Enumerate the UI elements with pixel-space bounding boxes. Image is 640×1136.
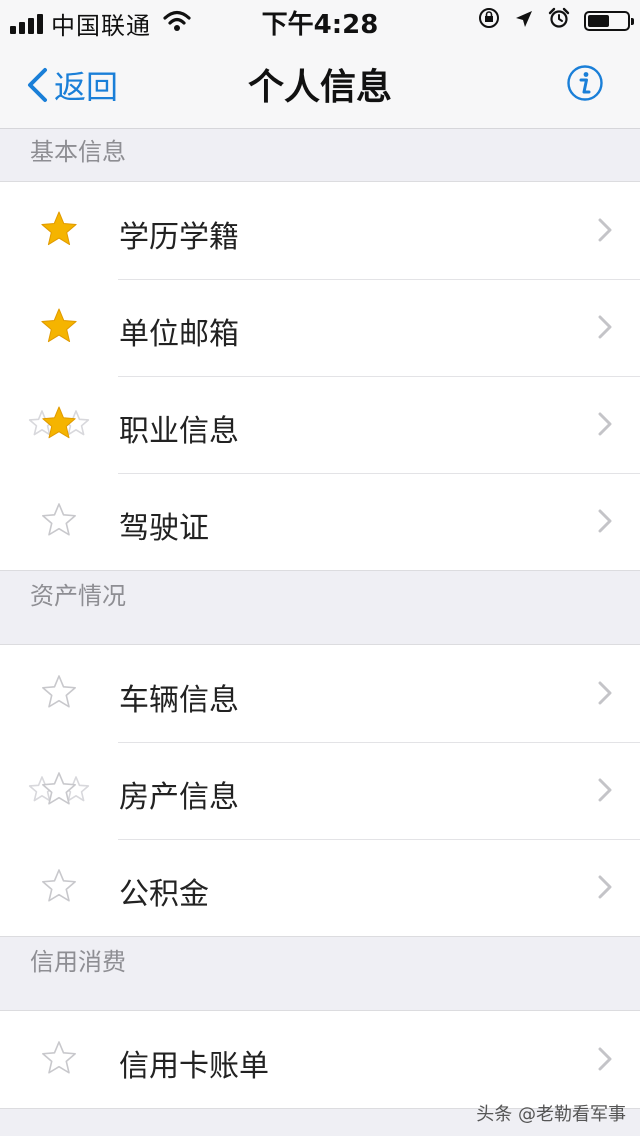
star-icon	[28, 673, 90, 713]
list-item[interactable]: 学历学籍	[0, 182, 640, 279]
section-title: 基本信息	[30, 138, 126, 166]
list-item[interactable]: 职业信息	[0, 376, 640, 473]
status-right	[478, 6, 634, 36]
page-title: 个人信息	[247, 67, 392, 108]
chevron-right-icon	[598, 509, 612, 537]
section-header-assets: 资产情况	[0, 573, 640, 625]
chevron-right-icon	[598, 315, 612, 343]
list-item-label: 驾驶证	[119, 511, 209, 546]
alarm-icon	[548, 6, 570, 36]
list-item-label: 职业信息	[119, 414, 239, 449]
list-item-label: 房产信息	[119, 780, 239, 815]
list-item[interactable]: 公积金	[0, 839, 640, 936]
chevron-right-icon	[598, 681, 612, 709]
star-icon	[28, 404, 90, 444]
info-circle-icon	[567, 65, 603, 101]
chevron-right-icon	[598, 412, 612, 440]
chevron-right-icon	[598, 778, 612, 806]
list-item-label: 单位邮箱	[119, 317, 239, 352]
list-item[interactable]: 信用卡账单	[0, 1011, 640, 1108]
watermark-text: 头条 @老勒看军事	[476, 1104, 626, 1125]
star-icon	[28, 307, 90, 347]
list-item-label: 车辆信息	[119, 683, 239, 718]
star-icon	[28, 770, 90, 810]
navigation-bar: 返回 个人信息	[0, 40, 640, 129]
info-button[interactable]	[566, 64, 604, 106]
list-item[interactable]: 车辆信息	[0, 645, 640, 742]
location-icon	[514, 6, 534, 36]
chevron-right-icon	[598, 875, 612, 903]
chevron-right-icon	[598, 1047, 612, 1075]
star-icon	[28, 501, 90, 541]
section-group-credit: 信用卡账单	[0, 1010, 640, 1109]
section-header-credit: 信用消费	[0, 939, 640, 991]
section-group-assets: 车辆信息 房产信息 公积金	[0, 644, 640, 937]
status-bar: 中国联通 下午4:28	[0, 0, 640, 40]
star-icon	[28, 210, 90, 250]
list-item[interactable]: 单位邮箱	[0, 279, 640, 376]
list-item[interactable]: 驾驶证	[0, 473, 640, 570]
section-title: 资产情况	[30, 582, 126, 610]
battery-icon	[584, 11, 634, 31]
list-item-label: 学历学籍	[119, 220, 239, 255]
list-item-label: 信用卡账单	[119, 1049, 269, 1084]
rotation-lock-icon	[478, 6, 500, 36]
section-group-basic: 学历学籍 单位邮箱 职业信息 驾驶证	[0, 181, 640, 571]
list-item[interactable]: 房产信息	[0, 742, 640, 839]
star-icon	[28, 1039, 90, 1079]
section-header-basic: 基本信息	[0, 129, 640, 181]
section-title: 信用消费	[30, 948, 126, 976]
star-icon	[28, 867, 90, 907]
list-item-label: 公积金	[119, 877, 209, 912]
chevron-right-icon	[598, 218, 612, 246]
